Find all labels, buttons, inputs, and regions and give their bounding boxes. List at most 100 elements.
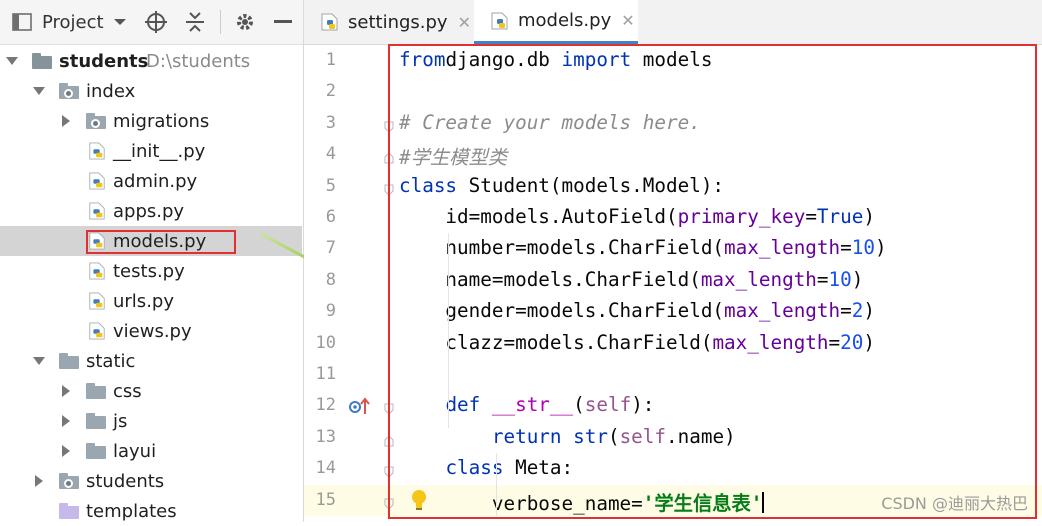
lightbulb-icon[interactable]: [410, 489, 428, 515]
indent-guide: [496, 453, 497, 516]
code-line[interactable]: 8 name=models.CharField(max_length=10): [304, 265, 1042, 296]
code-line[interactable]: 2: [304, 76, 1042, 107]
code-text: number=models.CharField(max_length=10): [399, 236, 887, 260]
tree-item-label: index: [86, 80, 136, 102]
code-editor[interactable]: 1 fromdjango.db import models 2 3 # Create y…: [304, 45, 1042, 522]
code-text: name=models.CharField(max_length=10): [399, 267, 864, 291]
tab-settings-py[interactable]: settings.py ✕: [304, 0, 472, 44]
tree-folder[interactable]: js: [0, 406, 302, 436]
text-caret: [762, 491, 765, 513]
locate-target-icon[interactable]: [145, 10, 167, 34]
tree-folder[interactable]: index: [0, 76, 302, 106]
python-file-icon: [491, 12, 508, 29]
fold-marker-icon[interactable]: [384, 495, 394, 510]
python-file-icon: [88, 232, 106, 250]
tree-item-label: apps.py: [113, 200, 185, 222]
gear-icon[interactable]: [234, 10, 256, 34]
code-text: # Create your models here.: [399, 110, 701, 134]
tree-folder[interactable]: migrations: [0, 106, 302, 136]
fold-marker-icon[interactable]: [384, 181, 394, 196]
tree-folder[interactable]: static: [0, 346, 302, 376]
close-icon[interactable]: ✕: [621, 11, 634, 30]
expand-arrow-right-icon[interactable]: [35, 475, 43, 487]
line-number: 1: [325, 50, 336, 70]
tree-item-label: layui: [113, 440, 157, 462]
code-line[interactable]: 7 number=models.CharField(max_length=10): [304, 233, 1042, 264]
expand-arrow-right-icon[interactable]: [62, 385, 70, 397]
python-file-icon: [88, 172, 106, 190]
project-panel-header: Project: [0, 0, 303, 45]
tree-folder[interactable]: students: [0, 466, 302, 496]
project-view-icon[interactable]: [12, 10, 32, 34]
expand-arrow-right-icon[interactable]: [62, 445, 70, 457]
collapse-all-icon[interactable]: [185, 10, 205, 34]
tree-file[interactable]: admin.py: [0, 166, 302, 196]
expand-arrow-right-icon[interactable]: [62, 415, 70, 427]
tree-item-label: urls.py: [113, 290, 174, 312]
code-text: class Meta:: [445, 456, 574, 480]
tree-folder[interactable]: css: [0, 376, 302, 406]
tree-folder[interactable]: students D:\students: [0, 46, 302, 76]
tree-item-label: migrations: [113, 110, 210, 132]
tree-file[interactable]: views.py: [0, 316, 302, 346]
expand-arrow-down-icon[interactable]: [33, 87, 45, 95]
project-path: D:\students: [146, 50, 251, 72]
code-text: verbose_name='学生信息表': [399, 491, 765, 515]
tree-file[interactable]: __init__.py: [0, 136, 302, 166]
code-text: return str(self.name): [491, 424, 736, 448]
hide-panel-icon[interactable]: [274, 10, 292, 34]
python-file-icon: [88, 202, 106, 220]
code-text: gender=models.CharField(max_length=2): [399, 299, 875, 323]
code-line[interactable]: 1 fromdjango.db import models: [304, 45, 1042, 76]
code-line[interactable]: 13 return str(self.name): [304, 422, 1042, 453]
expand-arrow-down-icon[interactable]: [33, 357, 45, 365]
folder-icon: [59, 473, 79, 489]
folder-icon: [32, 53, 52, 69]
python-file-icon: [88, 322, 106, 340]
tree-item-label: tests.py: [113, 260, 185, 282]
tree-item-label: admin.py: [113, 170, 198, 192]
line-number: 4: [325, 144, 336, 165]
expand-arrow-down-icon[interactable]: [6, 57, 18, 65]
chevron-down-icon[interactable]: [113, 10, 127, 34]
code-line[interactable]: 3 # Create your models here.: [304, 108, 1042, 139]
line-number: 6: [325, 207, 336, 227]
folder-icon: [86, 383, 106, 399]
code-line[interactable]: 4 #学生模型类: [304, 139, 1042, 170]
folder-icon: [59, 83, 79, 99]
code-line[interactable]: 14 class Meta:: [304, 453, 1042, 484]
folder-icon: [86, 443, 106, 459]
close-icon[interactable]: ✕: [458, 13, 471, 32]
expand-arrow-right-icon[interactable]: [62, 115, 70, 127]
fold-marker-icon[interactable]: [384, 463, 394, 478]
code-text: id=models.AutoField(primary_key=True): [399, 205, 875, 228]
folder-icon: [86, 113, 106, 129]
code-text: class Student(models.Model):: [399, 173, 725, 197]
code-line[interactable]: 11: [304, 359, 1042, 390]
fold-marker-icon[interactable]: [384, 149, 394, 164]
line-number: 3: [325, 112, 336, 133]
code-line[interactable]: 10 clazz=models.CharField(max_length=20): [304, 328, 1042, 359]
fold-marker-icon[interactable]: [384, 400, 394, 416]
code-line[interactable]: 9 gender=models.CharField(max_length=2): [304, 296, 1042, 327]
override-method-icon[interactable]: [348, 397, 370, 419]
line-number: 9: [325, 301, 336, 322]
tree-folder[interactable]: layui: [0, 436, 302, 466]
tab-label: models.py: [518, 10, 612, 31]
code-text: clazz=models.CharField(max_length=20): [399, 330, 875, 354]
header-divider: [220, 10, 221, 34]
code-line[interactable]: 12 def __str__(self):: [304, 390, 1042, 421]
tree-item-label: models.py: [113, 230, 207, 252]
fold-marker-icon[interactable]: [384, 118, 394, 133]
tab-models-py[interactable]: models.py ✕: [474, 0, 638, 44]
templates-folder-icon: [59, 503, 79, 519]
code-line[interactable]: 6 id=models.AutoField(primary_key=True): [304, 202, 1042, 233]
project-title[interactable]: Project: [42, 10, 104, 34]
code-line[interactable]: 5 class Student(models.Model):: [304, 171, 1042, 202]
line-number: 15: [315, 489, 336, 510]
line-number: 2: [325, 81, 336, 102]
line-number: 13: [315, 426, 336, 447]
line-number: 14: [315, 458, 336, 479]
line-number: 11: [315, 364, 336, 384]
fold-marker-icon[interactable]: [384, 432, 394, 447]
